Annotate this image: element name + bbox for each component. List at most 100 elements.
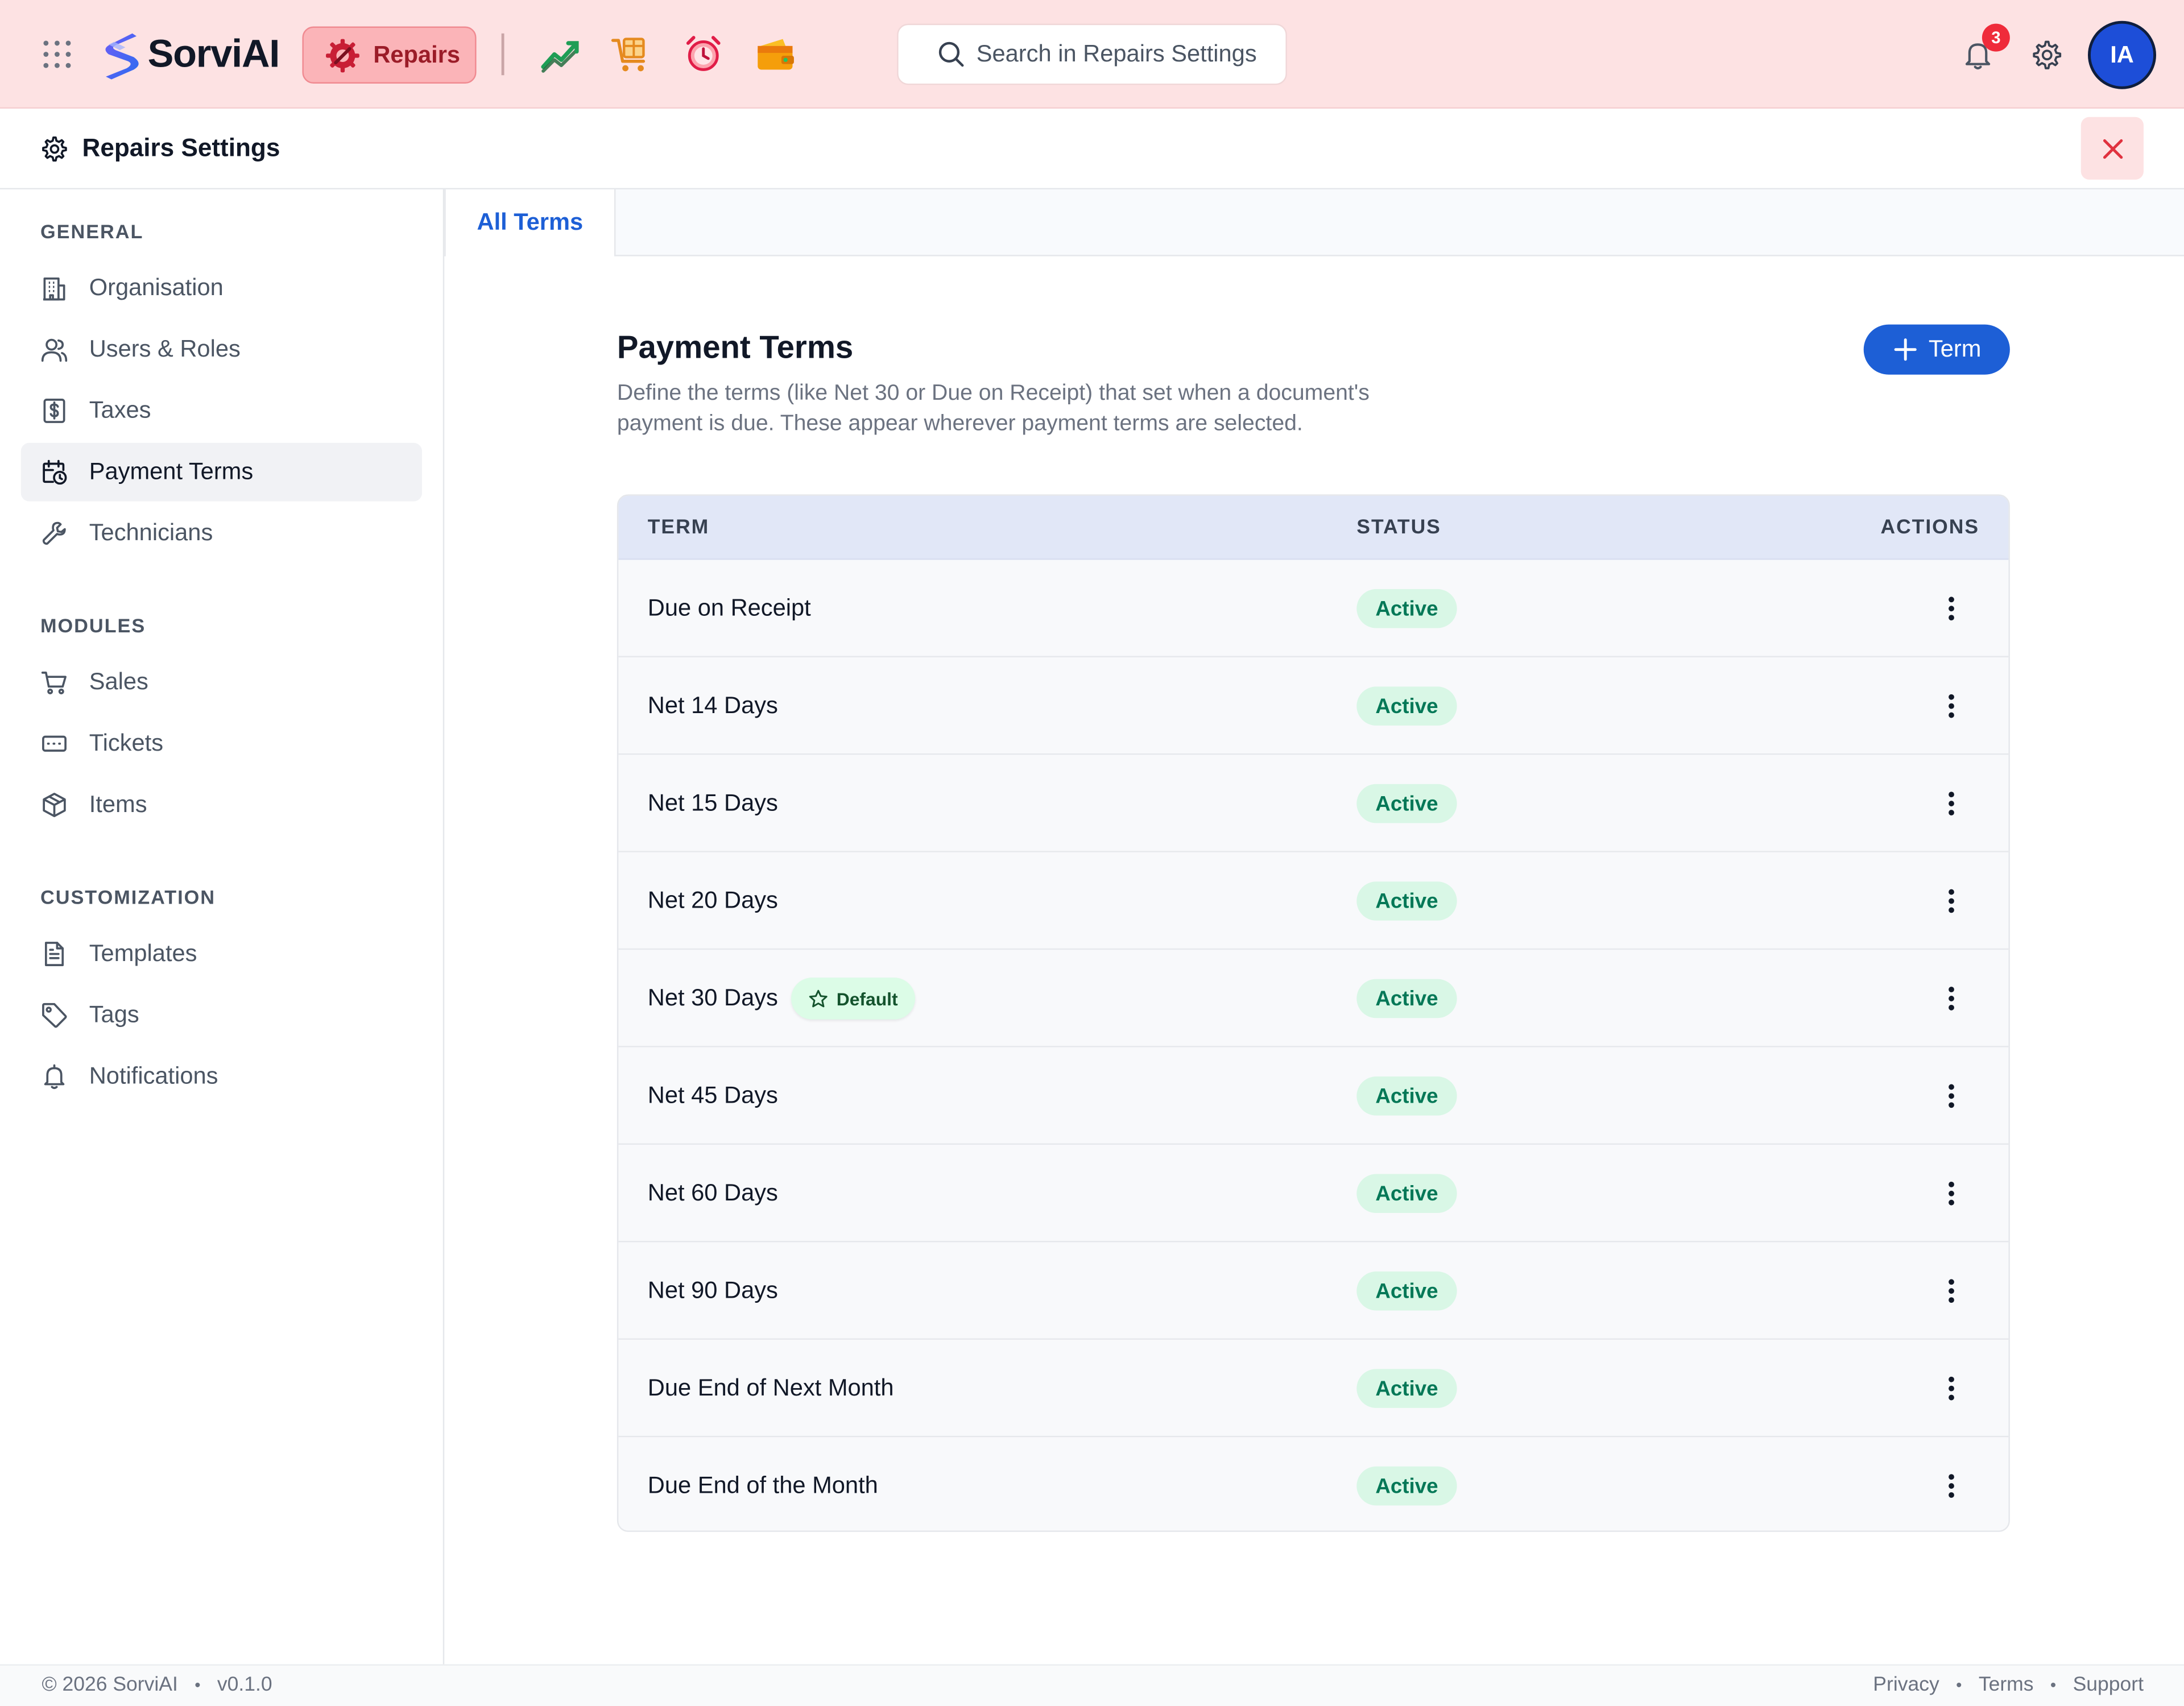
sidebar-item-taxes[interactable]: Taxes <box>21 382 422 440</box>
footer-links: Privacy • Terms • Support <box>1873 1674 2144 1696</box>
sidebar-section-customization: CUSTOMIZATION <box>40 885 216 908</box>
footer-link-terms[interactable]: Terms <box>1979 1674 2034 1696</box>
term-name: Net 30 Days <box>647 984 778 1011</box>
sidebar-item-tickets[interactable]: Tickets <box>21 714 422 773</box>
calendar-clock-icon <box>43 459 67 485</box>
settings-gear-icon <box>42 136 67 162</box>
term-name: Net 90 Days <box>647 1277 778 1304</box>
table-row[interactable]: Due End of the Month Active <box>618 1437 2009 1531</box>
term-cell: Net 15 Days <box>648 755 778 852</box>
more-actions-icon[interactable] <box>1936 1276 1967 1306</box>
repairs-module-button[interactable]: Repairs <box>302 26 477 84</box>
sidebar-item-label: Tickets <box>89 730 164 756</box>
footer: © 2026 SorviAI • v0.1.0 Privacy • Terms … <box>0 1664 2184 1706</box>
alarm-clock-app-icon[interactable] <box>682 34 724 75</box>
tab-all-terms[interactable]: All Terms <box>444 189 616 258</box>
page-description: Define the terms (like Net 30 or Due on … <box>617 382 1370 436</box>
status-badge: Active <box>1356 784 1457 823</box>
status-badge: Active <box>1356 1466 1457 1506</box>
status-badge: Active <box>1356 686 1457 726</box>
sidebar-item-organisation[interactable]: Organisation <box>21 259 422 318</box>
term-cell: Due End of the Month <box>647 1437 878 1530</box>
status-badge: Active <box>1356 1369 1457 1408</box>
status-badge: Active <box>1356 1174 1457 1214</box>
app-grid-icon[interactable] <box>42 39 72 70</box>
more-actions-icon[interactable] <box>1936 1178 1967 1209</box>
term-cell: Net 90 Days <box>648 1242 778 1339</box>
term-name: Net 60 Days <box>647 1179 778 1206</box>
repairs-module-label: Repairs <box>373 41 461 68</box>
status-badge: Active <box>1356 589 1457 628</box>
sidebar-item-technicians[interactable]: Technicians <box>21 504 422 563</box>
wrench-icon <box>42 521 66 545</box>
table-row[interactable]: Net 20 Days Active <box>618 852 2009 950</box>
close-settings-button[interactable] <box>2080 117 2144 180</box>
table-row[interactable]: Due End of Next Month Active <box>618 1339 2009 1438</box>
settings-search-box[interactable] <box>897 23 1287 85</box>
bell-icon <box>44 1064 65 1090</box>
term-cell: Net 60 Days <box>648 1145 778 1242</box>
term-name: Net 20 Days <box>647 887 778 914</box>
inventory-cart-app-icon[interactable] <box>610 34 652 75</box>
sidebar-item-payment-terms[interactable]: Payment Terms <box>20 442 423 502</box>
status-badge: Active <box>1356 979 1457 1018</box>
footer-link-support[interactable]: Support <box>2073 1674 2144 1696</box>
separator-dot: • <box>2050 1675 2057 1695</box>
more-actions-icon[interactable] <box>1936 983 1967 1014</box>
table-row[interactable]: Net 60 Days Active <box>618 1145 2009 1243</box>
term-name: Due on Receipt <box>647 594 811 622</box>
table-row[interactable]: Net 30 Days Default Active <box>618 950 2009 1047</box>
close-icon <box>2102 138 2123 158</box>
sidebar-section-modules: MODULES <box>40 614 146 637</box>
search-input[interactable] <box>976 40 1283 69</box>
term-name: Due End of the Month <box>647 1472 878 1499</box>
more-actions-icon[interactable] <box>1936 1373 1967 1404</box>
plus-icon <box>1893 338 1916 361</box>
search-icon <box>938 42 964 67</box>
more-actions-icon[interactable] <box>1936 1080 1967 1111</box>
default-badge: Default <box>790 978 915 1020</box>
term-cell: Net 14 Days <box>648 657 778 755</box>
column-header-status: STATUS <box>1356 516 1441 539</box>
box-icon <box>43 793 66 817</box>
term-cell: Net 45 Days <box>648 1047 778 1145</box>
more-actions-icon[interactable] <box>1936 1471 1967 1501</box>
sidebar-item-notifications[interactable]: Notifications <box>21 1047 422 1106</box>
table-row[interactable]: Net 90 Days Active <box>618 1242 2009 1340</box>
more-actions-icon[interactable] <box>1936 593 1967 624</box>
table-row[interactable]: Net 15 Days Active <box>618 755 2009 852</box>
footer-link-privacy[interactable]: Privacy <box>1873 1674 1939 1696</box>
add-term-button[interactable]: Term <box>1863 324 2010 375</box>
star-icon <box>808 989 827 1007</box>
more-actions-icon[interactable] <box>1936 788 1967 819</box>
column-header-actions: ACTIONS <box>1880 516 1980 539</box>
building-icon <box>43 277 65 301</box>
brand-logo[interactable]: SorviAI <box>95 28 280 81</box>
table-row[interactable]: Net 45 Days Active <box>618 1047 2009 1145</box>
payment-terms-table: TERM STATUS ACTIONS Due on Receipt Active… <box>617 494 2010 1532</box>
users-icon <box>41 338 68 362</box>
brand-name: SorviAI <box>147 32 280 76</box>
user-avatar[interactable]: IA <box>2088 20 2157 89</box>
table-row[interactable]: Due on Receipt Active <box>618 560 2009 657</box>
column-header-term: TERM <box>647 516 710 539</box>
sidebar-item-sales[interactable]: Sales <box>21 653 422 712</box>
sales-chart-app-icon[interactable] <box>539 34 581 75</box>
table-row[interactable]: Net 14 Days Active <box>618 657 2009 755</box>
separator-dot: • <box>195 1675 201 1695</box>
more-actions-icon[interactable] <box>1936 886 1967 917</box>
separator-dot: • <box>1956 1675 1962 1695</box>
wallet-app-icon[interactable] <box>755 34 796 75</box>
more-actions-icon[interactable] <box>1936 691 1967 722</box>
sidebar-item-label: Items <box>89 791 147 818</box>
dollar-receipt-icon <box>43 399 65 423</box>
sidebar-item-label: Tags <box>89 1001 139 1028</box>
sidebar-item-users-roles[interactable]: Users & Roles <box>21 320 422 379</box>
settings-gear-icon[interactable] <box>2031 39 2063 71</box>
sidebar-item-templates[interactable]: Templates <box>21 925 422 983</box>
term-cell: Due End of Next Month <box>648 1340 894 1437</box>
sidebar-item-items[interactable]: Items <box>21 776 422 834</box>
status-badge: Active <box>1356 881 1457 921</box>
sorviai-logo-icon <box>105 33 139 80</box>
sidebar-item-tags[interactable]: Tags <box>21 986 422 1045</box>
